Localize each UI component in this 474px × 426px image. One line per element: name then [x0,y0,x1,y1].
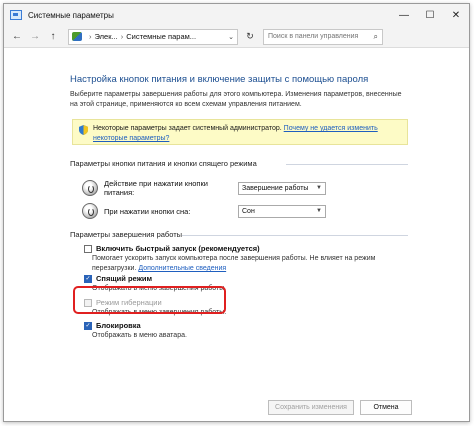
cancel-button[interactable]: Отмена [360,400,412,415]
sleep-label: Спящий режим [96,274,153,283]
forward-button[interactable]: → [26,28,44,46]
power-icon [82,180,98,196]
back-button[interactable]: ← [8,28,26,46]
navigation-toolbar: ← → ↑ › Элек... › Системные парам... ⌄ ↻… [4,26,469,48]
control-panel-icon [10,10,22,20]
chevron-down-icon[interactable]: ⌄ [228,33,234,41]
sleep-button-action-value: Сон [242,207,255,215]
group-divider [286,164,408,165]
power-buttons-group-title: Параметры кнопки питания и кнопки спящег… [70,159,257,168]
fast-startup-desc-line2: перезагрузки. [92,265,137,272]
window-controls: — ☐ ✕ [391,4,469,26]
fast-startup-desc-line1: Помогает ускорить запуск компьютера посл… [92,255,376,262]
group-divider [182,235,408,236]
power-button-action-row: Действие при нажатии кнопки питания: Зав… [82,179,326,197]
admin-info-text: Некоторые параметры задает системный адм… [93,124,378,144]
breadcrumb-item[interactable]: Элек... [95,32,118,41]
chevron-down-icon: ▼ [316,185,322,191]
minimize-button[interactable]: — [391,4,417,26]
why-cant-change-link[interactable]: Почему не удается изменить [284,125,378,132]
sleep-option[interactable]: ✓ Спящий режим [84,274,152,283]
power-button-action-select[interactable]: Завершение работы ▼ [238,181,326,195]
sleep-checkbox[interactable]: ✓ [84,274,92,283]
refresh-button[interactable]: ↻ [241,29,259,45]
lock-checkbox[interactable]: ✓ [84,321,92,330]
breadcrumb-separator-icon: › [89,32,92,41]
footer-bar: Сохранить изменения Отмена [4,391,469,421]
search-icon[interactable]: ⌕ [374,32,378,42]
power-button-action-value: Завершение работы [242,184,309,192]
save-changes-button[interactable]: Сохранить изменения [268,400,354,415]
power-icon [82,203,98,219]
maximize-button[interactable]: ☐ [417,4,443,26]
power-button-action-label: Действие при нажатии кнопки питания: [104,179,208,197]
admin-info-banner: Некоторые параметры задает системный адм… [72,119,408,145]
search-input[interactable] [268,33,374,40]
control-panel-window: Системные параметры — ☐ ✕ ← → ↑ › Элек..… [3,3,470,422]
page-title: Настройка кнопок питания и включение защ… [70,74,369,85]
window-title: Системные параметры [28,10,114,20]
lock-label: Блокировка [96,321,141,330]
address-bar[interactable]: › Элек... › Системные парам... ⌄ [68,28,238,45]
breadcrumb-separator-icon: › [120,32,124,41]
fast-startup-option[interactable]: Включить быстрый запуск (рекомендуется) [84,244,260,253]
sleep-button-action-row: При нажатии кнопки сна: Сон ▼ [82,203,326,219]
lock-option[interactable]: ✓ Блокировка [84,321,141,330]
breadcrumb-item[interactable]: Системные парам... [126,32,196,41]
page-description: Выберите параметры завершения работы для… [70,91,402,108]
chevron-down-icon: ▼ [316,208,322,214]
admin-info-message: Некоторые параметры задает системный адм… [93,125,282,132]
fast-startup-description: Помогает ускорить запуск компьютера посл… [92,254,392,274]
why-cant-change-link-cont[interactable]: некоторые параметры? [93,135,169,142]
search-box[interactable]: ⌕ [263,28,383,45]
fast-startup-label: Включить быстрый запуск (рекомендуется) [96,244,260,253]
up-button[interactable]: ↑ [44,28,62,46]
fast-startup-checkbox[interactable] [84,244,92,253]
shutdown-group-title: Параметры завершения работы [70,230,183,239]
shield-icon [79,125,88,135]
close-button[interactable]: ✕ [443,4,469,26]
highlight-frame [73,286,226,314]
more-info-link[interactable]: Дополнительные сведения [138,265,226,272]
title-bar: Системные параметры — ☐ ✕ [4,4,469,26]
main-content: Настройка кнопок питания и включение защ… [4,48,469,421]
sleep-button-action-label: При нажатии кнопки сна: [104,206,191,216]
sleep-button-action-select[interactable]: Сон ▼ [238,204,326,218]
lock-description: Отображать в меню аватара. [92,332,187,339]
control-panel-icon [72,32,82,41]
